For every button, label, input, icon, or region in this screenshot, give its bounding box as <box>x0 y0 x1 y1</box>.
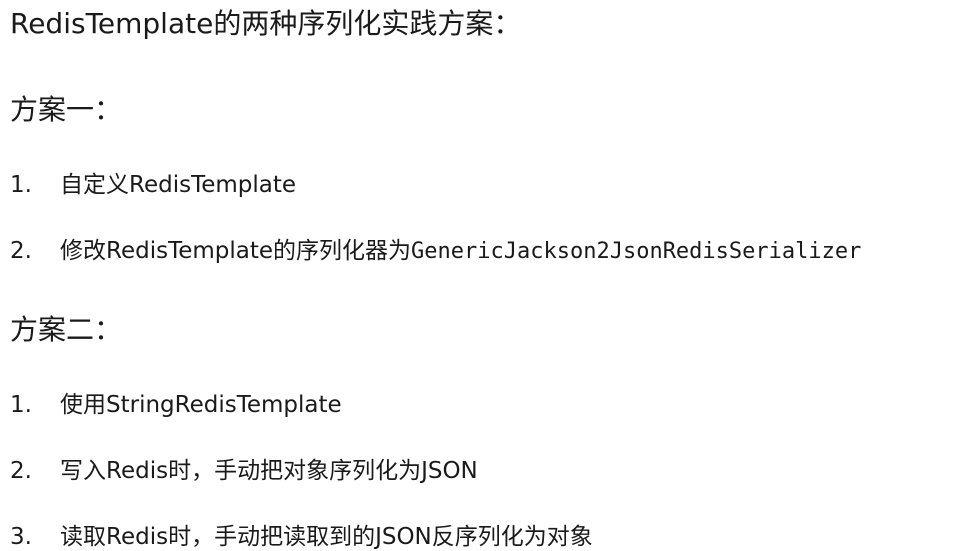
item-text: 使用StringRedisTemplate <box>60 392 342 418</box>
plan2-heading: 方案二： <box>10 313 123 346</box>
list-item: 2. 写入Redis时，手动把对象序列化为JSON <box>10 451 478 485</box>
list-item: 1. 自定义RedisTemplate <box>10 165 296 199</box>
plan1-heading: 方案一： <box>10 93 123 126</box>
page-title: RedisTemplate的两种序列化实践方案： <box>10 7 522 40</box>
item-code: GenericJackson2JsonRedisSerializer <box>411 239 862 264</box>
item-text: 读取Redis时，手动把读取到的JSON反序列化为对象 <box>60 524 593 550</box>
item-text: 写入Redis时，手动把对象序列化为JSON <box>60 458 478 484</box>
item-number: 3. <box>10 524 32 550</box>
list-item: 3. 读取Redis时，手动把读取到的JSON反序列化为对象 <box>10 517 593 551</box>
item-number: 2. <box>10 458 32 484</box>
item-text: 自定义RedisTemplate <box>60 172 297 198</box>
item-number: 1. <box>10 172 32 198</box>
list-item: 1. 使用StringRedisTemplate <box>10 385 342 419</box>
item-number: 1. <box>10 392 32 418</box>
list-item: 2. 修改RedisTemplate的序列化器为GenericJackson2Js… <box>10 231 861 265</box>
item-text: 修改RedisTemplate的序列化器为 <box>60 238 412 264</box>
item-number: 2. <box>10 238 32 264</box>
